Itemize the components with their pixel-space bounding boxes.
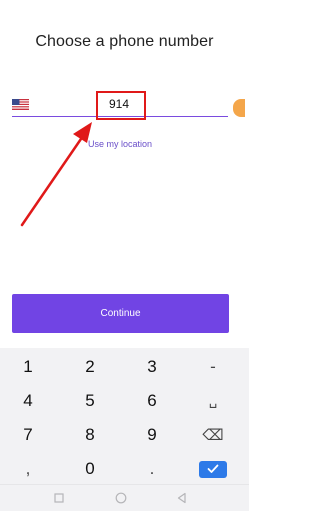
back-triangle-icon[interactable] xyxy=(175,491,189,505)
key-0[interactable]: 0 xyxy=(65,454,115,484)
phone-number-input[interactable] xyxy=(94,94,144,114)
floating-side-handle[interactable] xyxy=(233,99,245,117)
recents-square-icon[interactable] xyxy=(52,491,66,505)
key-2[interactable]: 2 xyxy=(65,352,115,382)
page-title: Choose a phone number xyxy=(35,33,214,50)
checkmark-icon xyxy=(199,460,227,478)
key-space[interactable]: ␣ xyxy=(188,386,238,416)
phone-number-row xyxy=(12,92,228,117)
key-4[interactable]: 4 xyxy=(3,386,53,416)
done-key[interactable] xyxy=(188,454,238,484)
key-period[interactable]: . xyxy=(127,454,177,484)
numeric-keyboard: 1 2 3 - 4 5 6 ␣ 7 8 9 ⌫ , 0 . xyxy=(0,348,249,484)
use-my-location-link[interactable]: Use my location xyxy=(88,139,152,149)
key-1[interactable]: 1 xyxy=(3,352,53,382)
checkmark-glyph-icon xyxy=(207,464,219,473)
key-minus[interactable]: - xyxy=(188,352,238,382)
key-5[interactable]: 5 xyxy=(65,386,115,416)
key-6[interactable]: 6 xyxy=(127,386,177,416)
system-navigation-bar xyxy=(0,484,249,511)
key-comma[interactable]: , xyxy=(3,454,53,484)
home-circle-icon[interactable] xyxy=(114,491,128,505)
key-8[interactable]: 8 xyxy=(65,420,115,450)
backspace-icon[interactable]: ⌫ xyxy=(188,420,238,450)
key-3[interactable]: 3 xyxy=(127,352,177,382)
key-7[interactable]: 7 xyxy=(3,420,53,450)
key-9[interactable]: 9 xyxy=(127,420,177,450)
us-flag-icon[interactable] xyxy=(12,99,29,110)
phone-input-underline xyxy=(12,116,228,117)
continue-button[interactable]: Continue xyxy=(12,294,229,333)
